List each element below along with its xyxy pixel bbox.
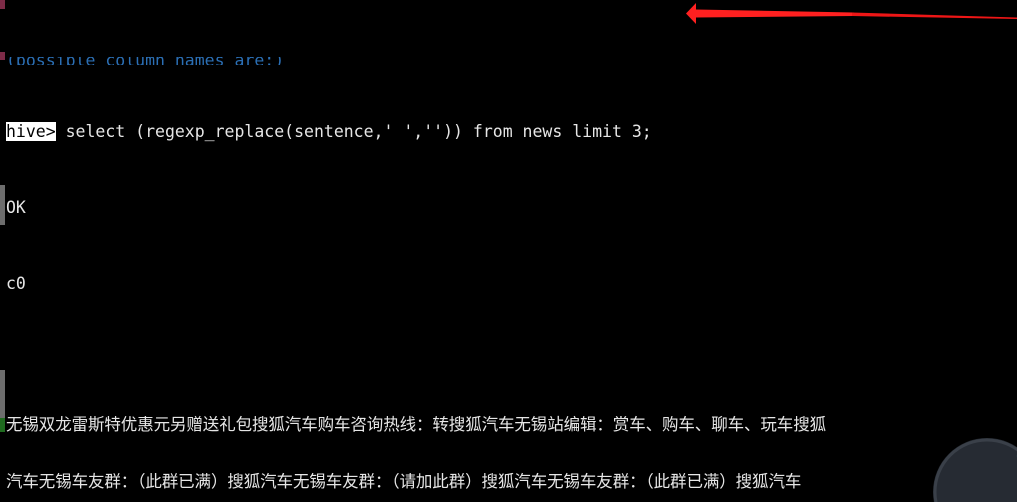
hive-prompt: hive> <box>6 122 56 141</box>
gutter-scroll-thumb[interactable] <box>0 185 5 225</box>
clipped-previous-line: (possible column names are:) <box>6 57 1017 65</box>
assistant-orb-widget[interactable] <box>933 438 1017 502</box>
result-line: 汽车无锡车友群：（此群已满）搜狐汽车无锡车友群：（请加此群）搜狐汽车无锡车友群：… <box>6 472 802 492</box>
assistant-orb-arc-icon <box>933 438 1017 502</box>
result-line: 无锡双龙雷斯特优惠元另赠送礼包搜狐汽车购车咨询热线：转搜狐汽车无锡站编辑：赏车、… <box>6 415 827 434</box>
left-scroll-gutter[interactable] <box>0 0 5 502</box>
command-text: select (regexp_replace(sentence,' ',''))… <box>55 122 652 141</box>
terminal-window[interactable]: (possible column names are:) hive> selec… <box>0 0 1017 502</box>
command-line[interactable]: hive> select (regexp_replace(sentence,' … <box>6 122 1017 141</box>
terminal-output: (possible column names are:) hive> selec… <box>6 0 1017 502</box>
gutter-mark-mid <box>0 52 5 60</box>
gutter-scroll-thumb-lower[interactable] <box>0 370 5 418</box>
column-header-c0: c0 <box>6 274 26 293</box>
gutter-mark-green <box>0 418 5 432</box>
blank-spacer <box>6 350 1017 358</box>
status-ok: OK <box>6 198 26 217</box>
gutter-mark-top <box>0 0 5 9</box>
